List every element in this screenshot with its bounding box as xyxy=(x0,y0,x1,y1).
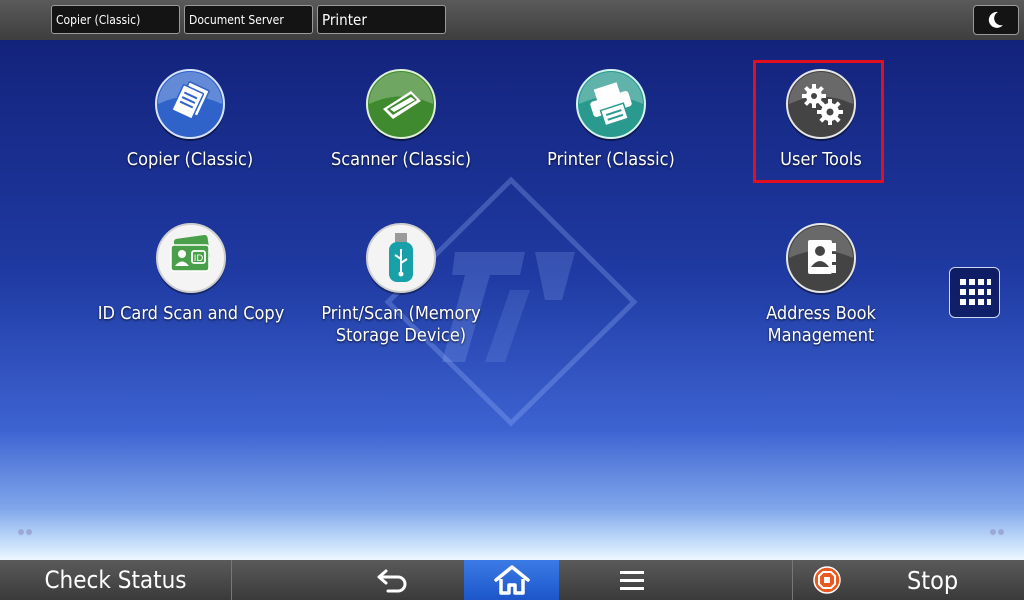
app-label-line: Address Book xyxy=(766,303,876,324)
check-status-button[interactable]: Check Status xyxy=(0,560,232,600)
page-indicator-right-icon xyxy=(990,529,1004,535)
bottom-bar: Check Status Stop xyxy=(0,560,1024,600)
app-label: Address Book Management xyxy=(716,303,926,347)
app-label: Scanner (Classic) xyxy=(330,149,472,170)
svg-text:ID: ID xyxy=(194,254,204,264)
app-label: Printer (Classic) xyxy=(547,149,675,170)
menu-button[interactable] xyxy=(602,560,662,600)
scanner-icon xyxy=(366,69,436,141)
moon-icon xyxy=(988,11,1003,28)
app-scanner-classic[interactable]: Scanner (Classic) xyxy=(296,69,506,171)
page-indicator-left-icon xyxy=(18,529,32,535)
back-arrow-icon xyxy=(377,569,407,593)
app-label: Print/Scan (Memory Storage Device) xyxy=(296,303,506,347)
app-copier-classic[interactable]: Copier (Classic) xyxy=(85,69,295,171)
id-card-icon: ID xyxy=(156,223,226,295)
app-print-scan-memory-storage[interactable]: Print/Scan (Memory Storage Device) xyxy=(296,223,506,347)
app-printer-classic[interactable]: Printer (Classic) xyxy=(506,69,716,171)
mode-button-printer[interactable]: Printer xyxy=(317,5,446,34)
back-button[interactable] xyxy=(363,560,423,600)
mode-button-document-server[interactable]: Document Server xyxy=(184,5,313,34)
stop-label: Stop xyxy=(907,565,959,595)
app-label: ID Card Scan and Copy xyxy=(97,303,285,324)
home-screen: Copier (Classic) Scanner (Classic) Print… xyxy=(0,40,1024,560)
app-label-line: Print/Scan (Memory xyxy=(321,303,481,324)
selection-highlight xyxy=(753,60,884,183)
usb-icon xyxy=(366,223,436,295)
energy-saver-button[interactable] xyxy=(973,5,1019,35)
top-bar: Copier (Classic) Document Server Printer xyxy=(0,0,1024,40)
app-label-line: Management xyxy=(767,325,875,346)
home-button[interactable] xyxy=(464,560,559,600)
app-label: Copier (Classic) xyxy=(126,149,254,170)
menu-icon xyxy=(620,571,644,590)
address-book-icon xyxy=(786,223,856,295)
app-address-book-management[interactable]: Address Book Management xyxy=(716,223,926,347)
mode-button-copier-classic[interactable]: Copier (Classic) xyxy=(51,5,180,34)
printer-icon xyxy=(576,69,646,141)
app-label-line: Storage Device) xyxy=(335,325,467,346)
copier-icon xyxy=(155,69,225,141)
stop-icon xyxy=(813,566,841,594)
app-list-button[interactable] xyxy=(949,267,1000,318)
stop-button[interactable]: Stop xyxy=(792,560,1024,600)
grid-icon xyxy=(960,279,991,305)
home-icon xyxy=(493,565,530,595)
app-id-card-scan-and-copy[interactable]: ID ID Card Scan and Copy xyxy=(86,223,296,325)
